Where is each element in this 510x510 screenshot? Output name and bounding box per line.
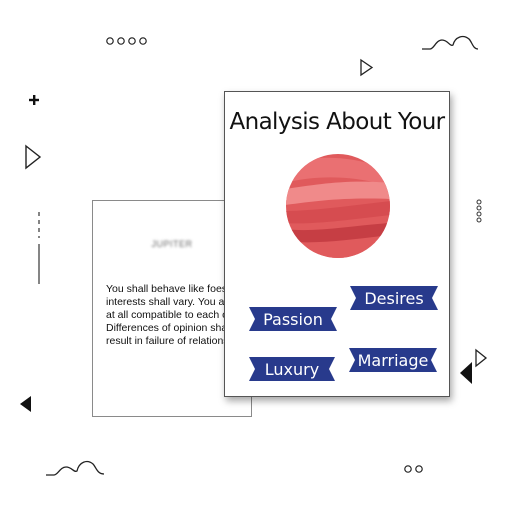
- marriage-label: Marriage: [357, 350, 429, 370]
- line-icon: [38, 212, 40, 284]
- desires-label: Desires: [364, 288, 424, 308]
- marriage-ribbon[interactable]: Marriage: [349, 348, 437, 372]
- front-card[interactable]: Analysis About Your Passion Desires Luxu…: [224, 91, 450, 397]
- wave-icon: [46, 460, 105, 476]
- dots-icon: [404, 465, 423, 473]
- triangle-icon: [25, 144, 42, 170]
- front-card-title: Analysis About Your: [229, 109, 445, 135]
- wave-icon: [422, 35, 478, 50]
- passion-ribbon[interactable]: Passion: [249, 307, 337, 331]
- triangle-icon: [20, 396, 31, 412]
- luxury-ribbon[interactable]: Luxury: [249, 357, 335, 381]
- triangle-icon: [360, 58, 374, 77]
- planet-icon: [286, 154, 390, 258]
- plus-icon: [29, 95, 39, 105]
- dots-icon: [476, 199, 482, 223]
- luxury-label: Luxury: [264, 359, 320, 379]
- triangle-icon: [460, 348, 488, 384]
- desires-ribbon[interactable]: Desires: [350, 286, 438, 310]
- passion-label: Passion: [263, 309, 323, 329]
- dots-icon: [106, 37, 147, 45]
